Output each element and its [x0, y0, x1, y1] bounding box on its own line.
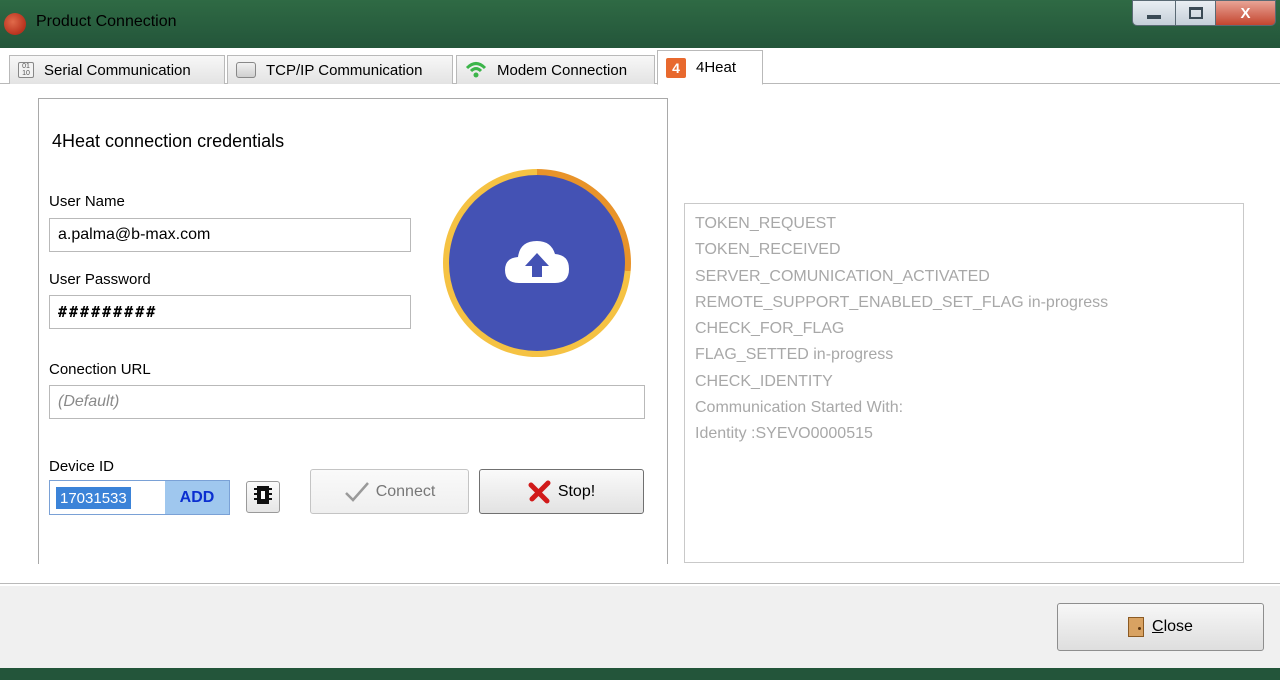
password-label: User Password [49, 271, 151, 288]
checkmark-icon [344, 481, 370, 503]
device-id-value: 17031533 [56, 487, 131, 509]
add-device-button[interactable]: ADD [165, 481, 229, 514]
tab-label: TCP/IP Communication [266, 61, 423, 79]
username-input[interactable]: a.palma@b-max.com [49, 218, 411, 252]
window-close-button[interactable]: X [1216, 0, 1276, 26]
close-icon: X [1240, 4, 1251, 22]
close-label: lose [1163, 618, 1193, 635]
stop-label: Stop! [557, 482, 596, 500]
close-mnemonic: C [1152, 618, 1164, 635]
url-label: Conection URL [49, 361, 151, 378]
tab-label: Modem Connection [497, 61, 628, 79]
log-line: SERVER_COMUNICATION_ACTIVATED [695, 267, 990, 285]
window-title: Product Connection [36, 13, 177, 30]
maximize-button[interactable] [1176, 0, 1216, 26]
tab-4heat[interactable]: 4 4Heat [657, 50, 763, 85]
network-card-icon [236, 62, 256, 78]
serial-port-icon: 01 10 [18, 62, 34, 78]
log-line: REMOTE_SUPPORT_ENABLED_SET_FLAG in-progr… [695, 293, 1109, 311]
door-icon [1128, 617, 1145, 637]
log-line: TOKEN_RECEIVED [695, 241, 841, 259]
panel-heading: 4Heat connection credentials [52, 131, 285, 151]
log-line: Communication Started With: [695, 399, 904, 417]
tab-label: 4Heat [696, 59, 737, 76]
tab-serial-communication[interactable]: 01 10 Serial Communication [9, 55, 225, 84]
upload-circle [449, 175, 625, 351]
maximize-icon [1188, 7, 1203, 19]
minimize-icon [1147, 15, 1161, 19]
close-button[interactable]: Close [1057, 603, 1264, 651]
log-line: CHECK_FOR_FLAG [695, 320, 845, 338]
url-input[interactable]: (Default) [49, 385, 645, 419]
log-line: Identity :SYEVO0000515 [695, 425, 873, 443]
log-line: TOKEN_REQUEST [695, 215, 837, 232]
chip-button[interactable] [246, 481, 280, 513]
app-icon [4, 13, 26, 35]
tab-tcpip-communication[interactable]: TCP/IP Communication [227, 55, 453, 84]
stop-button[interactable]: Stop! [479, 469, 644, 514]
log-line: FLAG_SETTED in-progress [695, 346, 894, 364]
4heat-logo-icon: 4 [666, 57, 686, 78]
window-bottom-border [0, 668, 1280, 680]
device-id-label: Device ID [49, 458, 115, 475]
tab-modem-connection[interactable]: Modem Connection [456, 55, 655, 84]
log-line: CHECK_IDENTITY [695, 372, 833, 390]
separator [0, 583, 1280, 585]
password-input[interactable]: ######### [49, 295, 411, 329]
minimize-button[interactable] [1132, 0, 1176, 26]
device-id-input[interactable]: 17031533 ADD [49, 480, 230, 515]
connect-button[interactable]: Connect [310, 469, 469, 514]
username-label: User Name [49, 193, 125, 210]
title-bar: Product Connection X [0, 0, 1280, 48]
left-edge [0, 84, 6, 584]
red-x-icon [528, 480, 552, 504]
tab-label: Serial Communication [44, 61, 191, 79]
wifi-icon [465, 60, 487, 80]
chip-icon [253, 484, 273, 510]
upload-progress-ring [443, 169, 631, 357]
window-controls: X [1132, 0, 1276, 26]
log-output: TOKEN_REQUEST TOKEN_RECEIVED SERVER_COMU… [684, 203, 1244, 563]
tab-bar: 01 10 Serial Communication TCP/IP Communi… [0, 48, 1280, 85]
connect-label: Connect [375, 482, 436, 500]
cloud-upload-icon [501, 235, 573, 291]
